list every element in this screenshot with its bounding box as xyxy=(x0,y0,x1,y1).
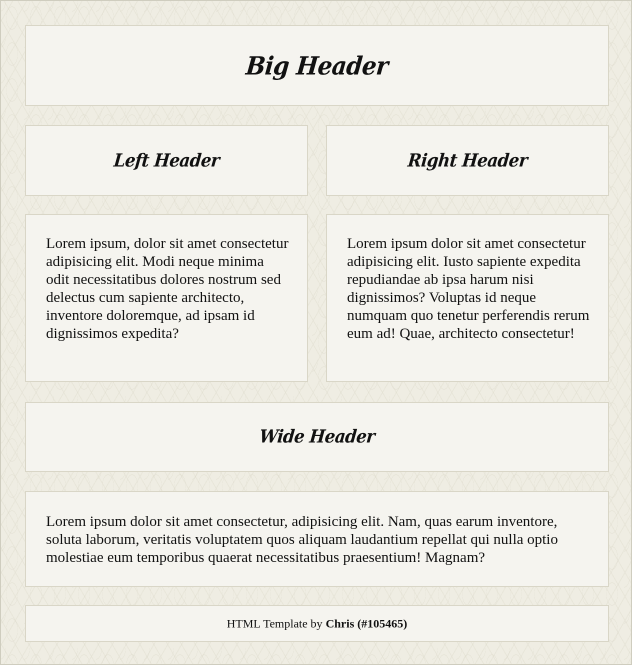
right-header-title: Right Header xyxy=(406,150,529,171)
footer-author: Chris xyxy=(325,616,355,630)
footer-credit: HTML Template by Chris (#105465) xyxy=(26,616,608,631)
wide-header-panel: Wide Header xyxy=(25,402,609,472)
wide-header-title: Wide Header xyxy=(258,426,376,448)
right-content-text: Lorem ipsum dolor sit amet consectetur a… xyxy=(347,236,590,342)
right-content-panel: Lorem ipsum dolor sit amet consectetur a… xyxy=(326,214,609,382)
footer-id: (#105465) xyxy=(357,616,408,630)
wide-content-panel: Lorem ipsum dolor sit amet consectetur, … xyxy=(25,491,609,587)
footer-prefix: HTML Template by xyxy=(226,616,326,630)
big-header-title: Big Header xyxy=(244,51,390,80)
wide-content-text: Lorem ipsum dolor sit amet consectetur, … xyxy=(46,514,558,566)
right-header-panel: Right Header xyxy=(326,125,609,196)
left-header-panel: Left Header xyxy=(25,125,308,196)
left-content-text: Lorem ipsum, dolor sit amet consectetur … xyxy=(46,236,289,342)
left-header-title: Left Header xyxy=(112,150,221,171)
page: { "big_header": { "title": "Big Header" … xyxy=(0,0,632,665)
big-header-panel: Big Header xyxy=(25,25,609,106)
left-content-panel: Lorem ipsum, dolor sit amet consectetur … xyxy=(25,214,308,382)
footer-panel: HTML Template by Chris (#105465) xyxy=(25,605,609,642)
